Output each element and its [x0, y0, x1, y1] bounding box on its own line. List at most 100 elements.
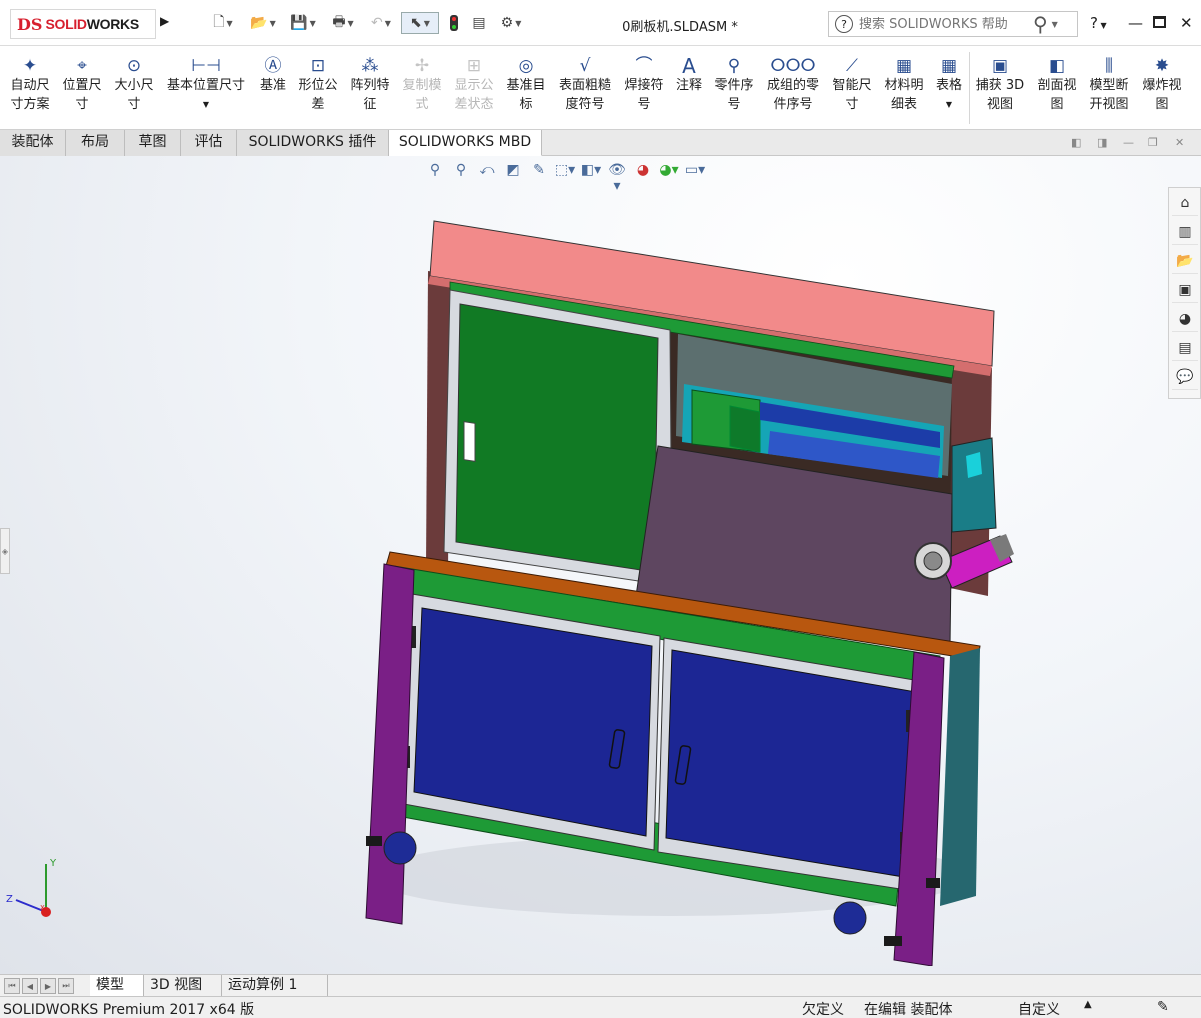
status-product: SOLIDWORKS Premium 2017 x64 版 [3, 1002, 255, 1018]
hide-show-items-icon[interactable]: 👁▾ [606, 162, 628, 194]
options-button[interactable]: ⚙ ▼ [494, 12, 528, 34]
smart-dimension-button[interactable]: ⟋ 智能尺寸 [828, 50, 876, 126]
appearances-icon[interactable]: ◕ [1172, 306, 1198, 332]
rebuild-button[interactable] [444, 12, 464, 34]
model-break-view-icon: ⫼ [1105, 56, 1113, 76]
size-dimension-button[interactable]: ⊙ 大小尺寸 [110, 50, 158, 126]
exploded-view-button[interactable]: ✸ 爆炸视图 [1138, 50, 1186, 126]
basic-location-dimension-button[interactable]: ⊢⊣ 基本位置尺寸 ▼ [162, 50, 250, 126]
chevron-down-icon: ▼ [384, 18, 391, 28]
section-view-icon[interactable]: ◩ [502, 162, 524, 184]
size-dimension-icon: ⊙ [126, 56, 142, 76]
select-button[interactable]: ⬉ ▼ [401, 12, 439, 34]
zoom-to-area-icon[interactable]: ⚲ [450, 162, 472, 184]
model-break-view-button[interactable]: ⫼ 模型断 开视图 [1084, 50, 1134, 126]
tab-model[interactable]: 模型 [90, 975, 144, 997]
note-icon: A [682, 54, 696, 78]
pattern-feature-button[interactable]: ⁂ 阵列特征 [346, 50, 394, 126]
zoom-to-fit-icon[interactable]: ⚲ [424, 162, 446, 184]
geometric-tolerance-button[interactable]: ⊡ 形位公差 [294, 50, 342, 126]
previous-view-icon[interactable]: ⤺ [476, 162, 498, 184]
menu-expand-arrow-icon[interactable]: ▶ [160, 14, 169, 28]
ribbon-label: 寸 [845, 97, 859, 112]
open-document-button[interactable]: 📂 ▼ [246, 12, 280, 34]
maximize-button[interactable] [1153, 14, 1166, 32]
tolerance-status-button[interactable]: ⊞ 显示公 差状态 [450, 50, 498, 126]
save-icon: 💾 [290, 15, 308, 31]
note-button[interactable]: A 注释 [672, 50, 706, 126]
forum-icon[interactable]: 💬 [1172, 364, 1198, 390]
capture-3d-view-button[interactable]: ▣ 捕获 3D 视图 [973, 50, 1027, 126]
balloon-button[interactable]: ⚲ 零件序号 [710, 50, 758, 126]
view-orientation-icon[interactable]: ⬚▾ [554, 162, 576, 184]
view-palette-icon[interactable]: ▣ [1172, 277, 1198, 303]
search-icon[interactable]: ⚲ [1033, 12, 1048, 36]
section-view-button[interactable]: ◧ 剖面视图 [1032, 50, 1082, 126]
tab-motion-study[interactable]: 运动算例 1 [222, 975, 328, 997]
dynamic-annotation-icon[interactable]: ✎ [528, 162, 550, 184]
first-tab-icon[interactable]: ⏮ [4, 978, 20, 994]
ribbon-label: 焊接符 [624, 78, 664, 93]
chevron-down-icon[interactable]: ▼ [1052, 20, 1058, 29]
tab-3d-views[interactable]: 3D 视图 [144, 975, 222, 997]
copy-scheme-icon: ✢ [414, 56, 430, 76]
minimize-button[interactable]: — [1128, 14, 1143, 32]
display-style-icon[interactable]: ◧▾ [580, 162, 602, 184]
print-button[interactable]: 🖶 ▼ [326, 12, 360, 34]
custom-properties-icon[interactable]: ▤ [1172, 335, 1198, 361]
solidworks-resources-icon[interactable]: ⌂ [1172, 190, 1198, 216]
stacked-balloon-button[interactable]: ⵔⵔⵔ 成组的零 件序号 [762, 50, 824, 126]
undo-button[interactable]: ↶ ▼ [364, 12, 398, 34]
help-button[interactable]: ? ▼ [1090, 14, 1107, 32]
assembly-3d-model[interactable] [340, 216, 1030, 966]
chevron-down-icon: ▼ [347, 18, 354, 28]
prev-tab-icon[interactable]: ◀ [22, 978, 38, 994]
file-properties-button[interactable]: ▤ [468, 12, 490, 34]
tab-solidworks-mbd[interactable]: SOLIDWORKS MBD [389, 130, 542, 156]
tab-evaluate[interactable]: 评估 [181, 130, 237, 156]
location-dimension-icon: ⌖ [77, 56, 87, 76]
tile-right-icon[interactable]: ◨ [1097, 136, 1107, 149]
tab-sketch[interactable]: 草图 [125, 130, 181, 156]
apply-scene-icon[interactable]: ◕▾ [658, 162, 680, 184]
close-button[interactable]: ✕ [1180, 14, 1193, 32]
tab-layout[interactable]: 布局 [66, 130, 125, 156]
datum-target-button[interactable]: ◎ 基准目标 [502, 50, 550, 126]
surface-finish-button[interactable]: √ 表面粗糙 度符号 [554, 50, 616, 126]
tile-left-icon[interactable]: ◧ [1071, 136, 1081, 149]
minimize-icon: — [1128, 14, 1143, 32]
quick-tips-icon[interactable]: ✎ [1157, 999, 1169, 1015]
tab-assembly[interactable]: 装配体 [0, 130, 66, 156]
chevron-up-icon[interactable]: ▲ [1084, 999, 1092, 1010]
edit-appearance-icon[interactable]: ◕ [632, 162, 654, 184]
search-input[interactable] [859, 16, 1029, 32]
copy-scheme-button[interactable]: ✢ 复制模式 [398, 50, 446, 126]
table-button[interactable]: ▦ 表格 ▼ [932, 50, 966, 126]
ribbon-label: 差 [311, 97, 325, 112]
file-explorer-icon[interactable]: 📂 [1172, 248, 1198, 274]
location-dimension-button[interactable]: ⌖ 位置尺寸 [58, 50, 106, 126]
help-search-box[interactable]: ? ⚲ ▼ [828, 11, 1078, 37]
last-tab-icon[interactable]: ⏭ [58, 978, 74, 994]
tab-solidworks-addins[interactable]: SOLIDWORKS 插件 [237, 130, 389, 156]
weld-symbol-button[interactable]: ⌒ 焊接符号 [620, 50, 668, 126]
graphics-viewport[interactable]: ⚲ ⚲ ⤺ ◩ ✎ ⬚▾ ◧▾ 👁▾ ◕ ◕▾ ▭▾ ⌂ ▥ 📂 ▣ ◕ ▤ 💬… [0, 156, 1201, 974]
ribbon-label: 表面粗糙 [558, 78, 611, 93]
doc-minimize-icon[interactable]: — [1123, 136, 1134, 149]
auto-dimension-button[interactable]: ✦ 自动尺 寸方案 [4, 50, 56, 126]
save-button[interactable]: 💾 ▼ [286, 12, 320, 34]
view-settings-icon[interactable]: ▭▾ [684, 162, 706, 184]
doc-close-icon[interactable]: ✕ [1175, 136, 1184, 149]
design-library-icon[interactable]: ▥ [1172, 219, 1198, 245]
next-tab-icon[interactable]: ▶ [40, 978, 56, 994]
new-document-button[interactable]: 🗋 ▼ [206, 12, 240, 34]
status-units[interactable]: 自定义 [1018, 999, 1060, 1018]
datum-button[interactable]: Ⓐ 基准 [254, 50, 292, 126]
solidworks-window: DS SOLIDWORKS ▶ 🗋 ▼ 📂 ▼ 💾 ▼ 🖶 ▼ ↶ ▼ ⬉ ▼ ▤ ⚙ ▼ 0… [0, 0, 1201, 1018]
pattern-feature-icon: ⁂ [361, 56, 379, 76]
bom-icon: ▦ [895, 56, 913, 76]
solidworks-logo[interactable]: DS SOLIDWORKS [10, 9, 156, 39]
doc-restore-icon[interactable]: ❐ [1148, 136, 1158, 149]
feature-manager-handle[interactable]: ◈ [0, 528, 10, 574]
bom-button[interactable]: ▦ 材料明 细表 [880, 50, 928, 126]
